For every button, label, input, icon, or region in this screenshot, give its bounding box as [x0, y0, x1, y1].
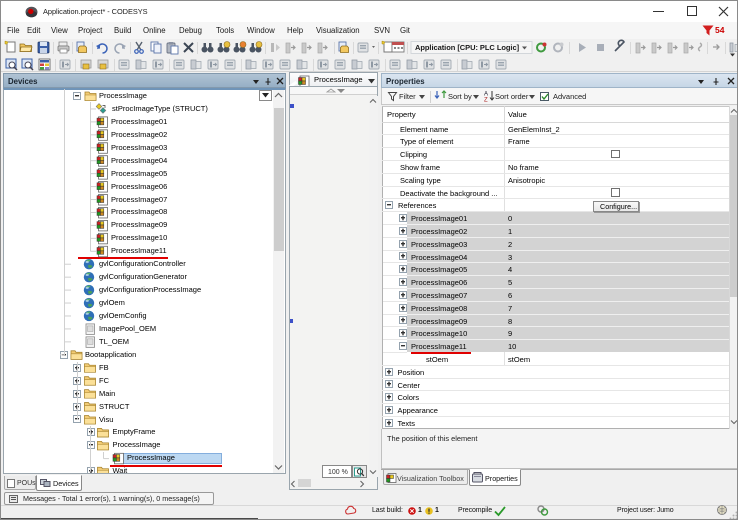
- svg-text:Z: Z: [484, 98, 488, 104]
